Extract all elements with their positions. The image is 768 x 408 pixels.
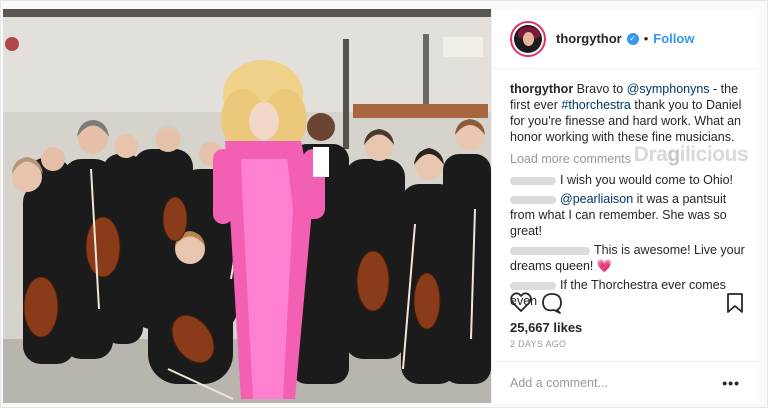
post-photo[interactable] bbox=[3, 9, 491, 403]
comment-item: This is awesome! Live your dreams queen!… bbox=[510, 242, 750, 274]
avatar[interactable] bbox=[510, 20, 546, 57]
verified-badge-icon: ✓ bbox=[626, 32, 639, 45]
bookmark-icon[interactable] bbox=[727, 293, 743, 313]
blurred-username bbox=[510, 281, 556, 290]
caption-text-1: Bravo to bbox=[573, 82, 627, 96]
header-username[interactable]: thorgythor bbox=[556, 31, 622, 46]
like-heart-icon[interactable] bbox=[510, 292, 532, 312]
post-header: thorgythor ✓ • Follow bbox=[492, 9, 760, 69]
blurred-username bbox=[510, 195, 556, 204]
comment-item: I wish you would come to Ohio! bbox=[510, 172, 750, 188]
comment-bubble-icon[interactable] bbox=[542, 293, 562, 314]
caption-hashtag-link[interactable]: #thorchestra bbox=[561, 98, 630, 112]
watermark-logo: Dragilicious bbox=[633, 143, 749, 166]
heart-emoji-icon: 💗 bbox=[596, 259, 613, 273]
orchestra-photo-illustration bbox=[3, 9, 491, 403]
caption-mention-link[interactable]: @symphonyns bbox=[627, 82, 710, 96]
instagram-post-embed: thorgythor ✓ • Follow thorgythor Bravo t… bbox=[0, 0, 768, 408]
post-caption: thorgythor Bravo to @symphonyns - the fi… bbox=[510, 81, 750, 145]
blurred-username bbox=[510, 176, 556, 185]
follow-button[interactable]: Follow bbox=[653, 31, 694, 46]
more-options-icon[interactable]: ••• bbox=[722, 375, 740, 391]
add-comment-input[interactable]: Add a comment... bbox=[510, 376, 608, 390]
comment-text: I wish you would come to Ohio! bbox=[560, 173, 733, 187]
likes-count[interactable]: 25,667 likes bbox=[510, 320, 582, 335]
header-separator: • bbox=[643, 31, 649, 46]
post-actions bbox=[510, 291, 746, 315]
post-timestamp: 2 DAYS AGO bbox=[510, 339, 567, 349]
comments-section: thorgythor Bravo to @symphonyns - the fi… bbox=[510, 81, 750, 312]
load-more-comments-link[interactable]: Load more comments Dragilicious bbox=[510, 144, 750, 167]
post-sidebar: thorgythor ✓ • Follow thorgythor Bravo t… bbox=[491, 9, 760, 403]
load-more-label: Load more comments bbox=[510, 152, 631, 166]
add-comment-bar: Add a comment... ••• bbox=[492, 361, 760, 403]
comment-mention-link[interactable]: @pearliaison bbox=[560, 192, 633, 206]
blurred-username bbox=[510, 246, 590, 255]
comment-item: @pearliaison it was a pantsuit from what… bbox=[510, 191, 750, 239]
caption-username[interactable]: thorgythor bbox=[510, 82, 573, 96]
